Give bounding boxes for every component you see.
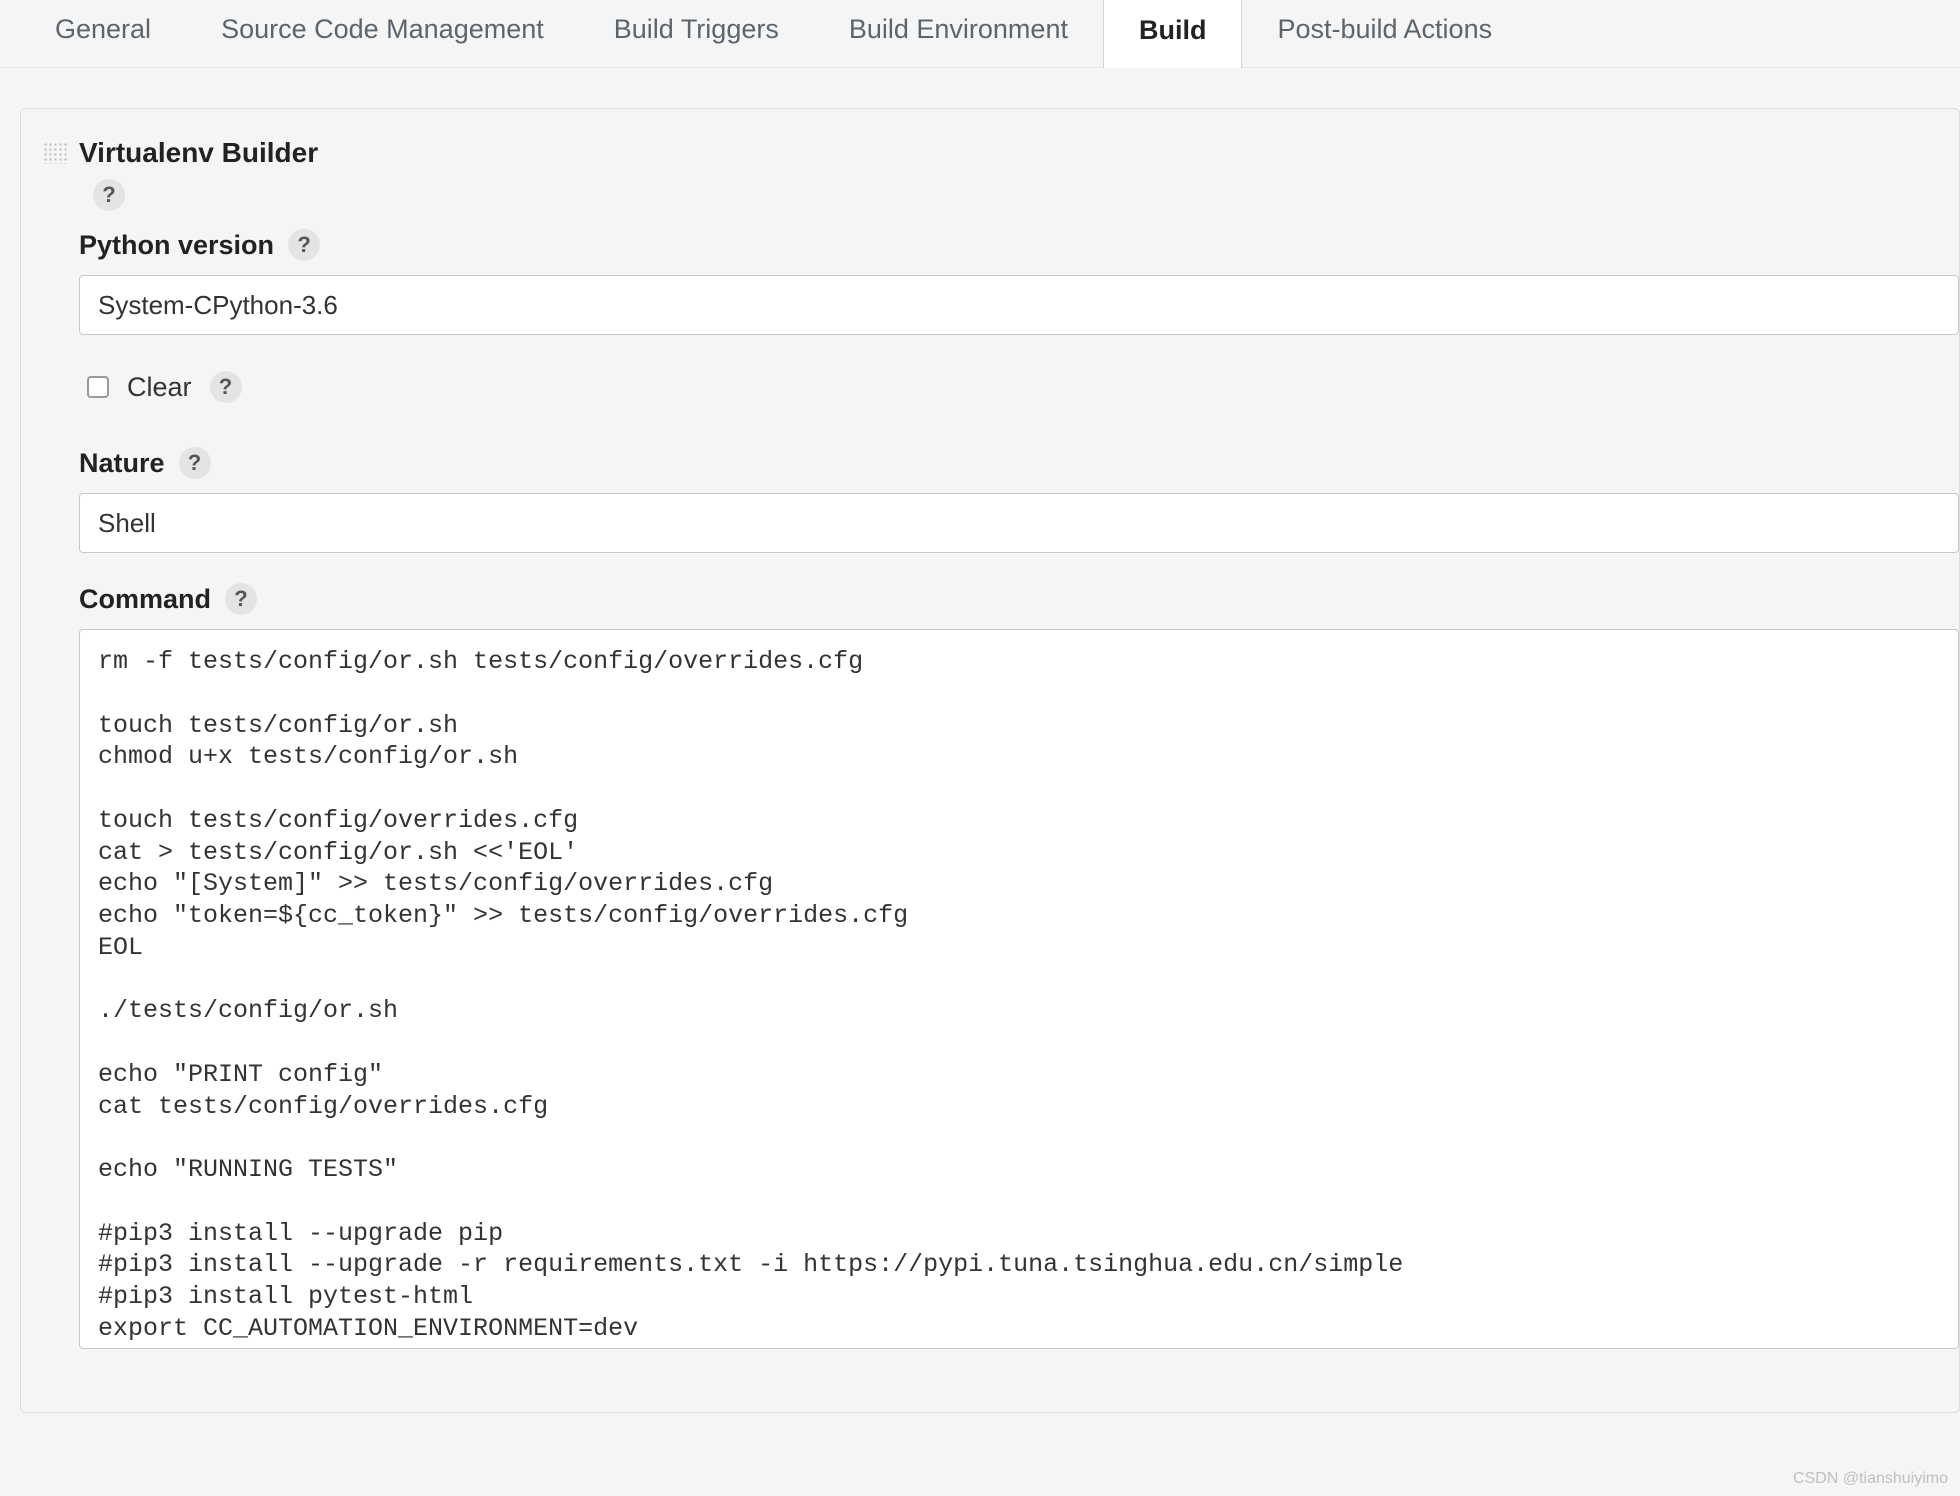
tab-build-environment[interactable]: Build Environment [814, 0, 1103, 67]
help-icon[interactable]: ? [210, 371, 242, 403]
help-icon[interactable]: ? [179, 447, 211, 479]
drag-handle-icon[interactable] [43, 142, 67, 164]
command-field: Command ? [43, 583, 1959, 1354]
help-icon[interactable]: ? [93, 179, 125, 211]
command-label: Command [79, 584, 211, 615]
nature-input[interactable] [79, 493, 1959, 553]
config-tabs: General Source Code Management Build Tri… [0, 0, 1960, 68]
tab-build-triggers[interactable]: Build Triggers [579, 0, 814, 67]
tab-build[interactable]: Build [1103, 0, 1243, 68]
help-icon[interactable]: ? [225, 583, 257, 615]
build-section: Virtualenv Builder ? Python version ? Cl… [0, 68, 1960, 1413]
clear-checkbox[interactable] [87, 376, 109, 398]
watermark: CSDN @tianshuiyimo [1793, 1470, 1948, 1488]
command-textarea[interactable] [79, 629, 1959, 1349]
step-title: Virtualenv Builder [79, 137, 318, 169]
tab-post-build-actions[interactable]: Post-build Actions [1242, 0, 1527, 67]
tab-scm[interactable]: Source Code Management [186, 0, 579, 67]
python-version-input[interactable] [79, 275, 1959, 335]
virtualenv-builder-step: Virtualenv Builder ? Python version ? Cl… [20, 108, 1960, 1413]
nature-field: Nature ? [43, 447, 1959, 553]
step-header: Virtualenv Builder [43, 137, 1959, 169]
help-icon[interactable]: ? [288, 229, 320, 261]
clear-label: Clear [127, 372, 192, 403]
python-version-field: Python version ? [43, 229, 1959, 335]
tab-general[interactable]: General [20, 0, 186, 67]
clear-field: Clear ? [43, 371, 1959, 403]
python-version-label: Python version [79, 230, 274, 261]
nature-label: Nature [79, 448, 165, 479]
